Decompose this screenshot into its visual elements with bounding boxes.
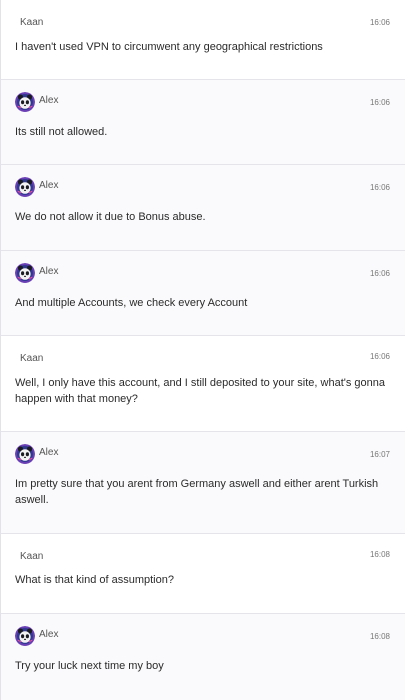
- message-item: Kaan 16:06 Well, I only have this accoun…: [1, 336, 405, 432]
- sender-name: Kaan: [20, 551, 44, 562]
- sender-name: Alex: [39, 266, 59, 277]
- message-time: 16:06: [369, 269, 390, 278]
- message-text: Well, I only have this account, and I st…: [15, 377, 385, 405]
- message-text: Im pretty sure that you arent from Germa…: [15, 478, 379, 506]
- sender-name: Alex: [39, 629, 59, 640]
- sender-name: Alex: [39, 180, 59, 191]
- message-item: Alex 16:08 Try your luck next time my bo…: [1, 614, 405, 700]
- panda-avatar-icon: [15, 263, 35, 283]
- message-time: 16:06: [369, 352, 390, 361]
- message-time: 16:07: [369, 450, 390, 459]
- message-item: Alex 16:07 Im pretty sure that you arent…: [1, 432, 405, 534]
- message-time: 16:06: [369, 98, 390, 107]
- message-text: Its still not allowed.: [15, 126, 108, 138]
- message-time: 16:06: [369, 183, 390, 192]
- message-time: 16:08: [369, 632, 390, 641]
- message-text: I haven't used VPN to circumwent any geo…: [15, 41, 323, 53]
- sender-name: Alex: [39, 95, 59, 106]
- message-item: Kaan 16:08 What is that kind of assumpti…: [1, 534, 405, 614]
- panda-avatar-icon: [15, 444, 35, 464]
- message-item: Alex 16:06 We do not allow it due to Bon…: [1, 165, 405, 251]
- message-time: 16:06: [369, 18, 390, 27]
- panda-avatar-icon: [15, 92, 35, 112]
- sender-name: Kaan: [20, 17, 44, 28]
- panda-avatar-icon: [15, 626, 35, 646]
- message-time: 16:08: [369, 550, 390, 559]
- message-text: Try your luck next time my boy: [15, 660, 164, 672]
- sender-name: Alex: [39, 447, 59, 458]
- message-text: What is that kind of assumption?: [15, 574, 174, 586]
- message-item: Alex 16:06 And multiple Accounts, we che…: [1, 251, 405, 336]
- message-item: Kaan 16:06 I haven't used VPN to circumw…: [1, 0, 405, 80]
- chat-transcript: Kaan 16:06 I haven't used VPN to circumw…: [0, 0, 405, 700]
- message-item: Alex 16:06 Its still not allowed.: [1, 80, 405, 165]
- panda-avatar-icon: [15, 177, 35, 197]
- sender-name: Kaan: [20, 353, 44, 364]
- message-text: And multiple Accounts, we check every Ac…: [15, 297, 248, 309]
- message-text: We do not allow it due to Bonus abuse.: [15, 211, 206, 223]
